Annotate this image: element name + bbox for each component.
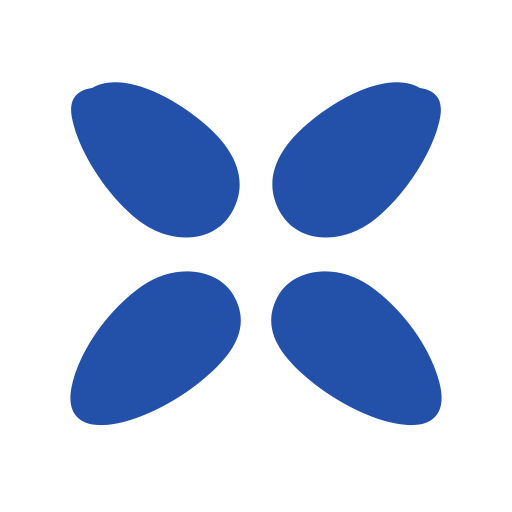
petal-top-right (272, 82, 441, 238)
petal-bottom-right (271, 271, 442, 426)
petal-top-left (71, 82, 240, 238)
four-petal-logo-icon (70, 82, 442, 426)
petal-bottom-left (70, 271, 241, 426)
icon-canvas (0, 0, 512, 512)
